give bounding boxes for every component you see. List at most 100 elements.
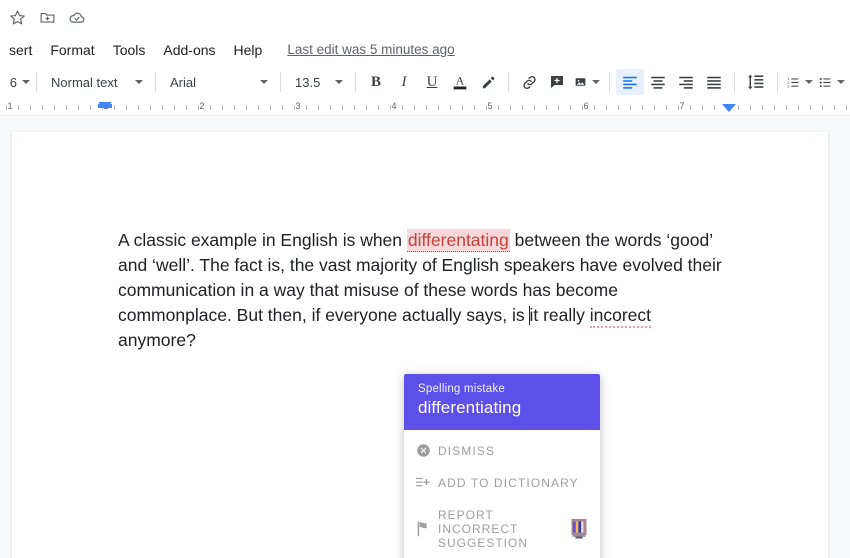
- ruler-tick: [546, 105, 547, 110]
- toolbar-divider: [734, 72, 735, 92]
- report-label-line-1: REPORT INCORRECT: [438, 508, 519, 536]
- ruler-tick: [762, 105, 763, 110]
- cancel-circle-icon: [416, 443, 438, 458]
- bold-button[interactable]: B: [362, 69, 390, 95]
- spelling-error-word-2[interactable]: incorect: [589, 305, 652, 328]
- popup-error-kind: Spelling mistake: [418, 383, 505, 395]
- chevron-down-icon: [805, 80, 813, 84]
- toolbar-divider: [777, 72, 778, 92]
- align-center-icon: [651, 76, 665, 89]
- star-icon[interactable]: [2, 3, 32, 33]
- ruler-tick: [114, 105, 115, 110]
- move-to-folder-icon[interactable]: [32, 3, 62, 33]
- chevron-down-icon: [260, 80, 268, 84]
- menu-item-tools[interactable]: Tools: [104, 38, 155, 62]
- font-family-dropdown[interactable]: Arial: [162, 69, 274, 95]
- add-comment-button[interactable]: [543, 69, 571, 95]
- ruler-tick: [402, 105, 403, 110]
- document-body[interactable]: A classic example in English is when dif…: [12, 132, 828, 353]
- align-justify-button[interactable]: [700, 69, 728, 95]
- ruler-tick: [450, 105, 451, 110]
- ruler-number: 5: [487, 101, 493, 111]
- ruler-tick: [462, 105, 463, 110]
- ruler-number: 4: [391, 101, 397, 111]
- ruler-tick: [558, 105, 559, 110]
- menu-item-addons[interactable]: Add-ons: [154, 38, 224, 62]
- ruler-tick: [330, 105, 331, 110]
- paragraph-segment-3a: it really: [529, 305, 590, 325]
- dismiss-item[interactable]: DISMISS: [404, 434, 600, 467]
- ruler-tick: [630, 105, 631, 110]
- ruler-tick: [306, 105, 307, 110]
- ruler-tick: [618, 105, 619, 110]
- underline-button[interactable]: U: [418, 69, 446, 95]
- comment-plus-icon: [551, 76, 563, 88]
- insert-link-button[interactable]: [515, 69, 543, 95]
- ruler-tick: [702, 105, 703, 110]
- ruler-tick: [150, 105, 151, 110]
- line-spacing-button[interactable]: [741, 69, 771, 95]
- popup-suggestion-word[interactable]: differentiating: [418, 398, 586, 418]
- align-right-button[interactable]: [672, 69, 700, 95]
- text-color-button[interactable]: A: [446, 69, 474, 95]
- ruler[interactable]: 11234567: [0, 100, 850, 116]
- ruler-tick: [426, 105, 427, 110]
- book-badge-icon[interactable]: [570, 518, 588, 540]
- ruler-tick: [474, 105, 475, 110]
- menu-item-insert[interactable]: sert: [0, 38, 41, 62]
- italic-button[interactable]: I: [390, 69, 418, 95]
- font-size-value: 13.5: [295, 74, 321, 90]
- insert-image-button[interactable]: [571, 69, 603, 95]
- bulleted-list-icon: [819, 77, 831, 87]
- ruler-tick: [18, 105, 19, 110]
- ruler-tick: [774, 105, 775, 110]
- ruler-tick: [834, 105, 835, 110]
- last-edit-link[interactable]: Last edit was 5 minutes ago: [287, 42, 454, 57]
- bulleted-list-button[interactable]: [816, 69, 848, 95]
- add-to-dictionary-item[interactable]: ADD TO DICTIONARY: [404, 467, 600, 499]
- ruler-number: 3: [295, 101, 301, 111]
- ruler-tick: [354, 105, 355, 110]
- cloud-check-icon[interactable]: [62, 3, 92, 33]
- ruler-tick: [798, 105, 799, 110]
- paragraph-segment-1: A classic example in English is when: [118, 230, 407, 250]
- ruler-tick: [498, 105, 499, 110]
- ruler-tick: [510, 105, 511, 110]
- toolbar-divider: [508, 72, 509, 92]
- svg-text:A: A: [456, 75, 465, 88]
- ruler-tick: [810, 105, 811, 110]
- underline-button-label: U: [426, 73, 438, 90]
- right-indent-marker[interactable]: [722, 104, 736, 112]
- align-left-button[interactable]: [616, 69, 644, 95]
- ruler-tick: [642, 105, 643, 110]
- pen-icon: [482, 76, 494, 88]
- chevron-down-icon: [335, 80, 343, 84]
- ruler-tick: [318, 105, 319, 110]
- numbered-list-button[interactable]: 1 2 3: [784, 69, 816, 95]
- italic-button-label: I: [401, 73, 407, 90]
- ruler-tick: [162, 105, 163, 110]
- report-incorrect-suggestion-item[interactable]: REPORT INCORRECT SUGGESTION: [404, 499, 600, 558]
- chevron-down-icon: [592, 80, 600, 84]
- menu-bar: sert Format Tools Add-ons Help Last edit…: [0, 35, 850, 64]
- spelling-error-word[interactable]: differentating: [406, 229, 510, 252]
- menu-item-help[interactable]: Help: [225, 38, 272, 62]
- zoom-dropdown[interactable]: 6: [0, 69, 30, 95]
- svg-text:3: 3: [788, 84, 790, 88]
- paragraph-style-dropdown[interactable]: Normal text: [43, 69, 149, 95]
- toolbar-divider: [155, 72, 156, 92]
- bold-button-label: B: [370, 73, 381, 90]
- menu-item-format[interactable]: Format: [41, 38, 103, 62]
- ruler-number: 1: [7, 101, 13, 111]
- align-justify-icon: [707, 76, 721, 89]
- left-indent-marker[interactable]: [98, 102, 112, 109]
- ruler-tick: [534, 105, 535, 110]
- paragraph-style-value: Normal text: [51, 74, 118, 90]
- spelling-suggestion-popup[interactable]: Spelling mistake differentiating DISMISS: [404, 374, 600, 558]
- ruler-tick: [366, 105, 367, 110]
- ruler-tick: [246, 105, 247, 110]
- ruler-tick: [186, 105, 187, 110]
- align-center-button[interactable]: [644, 69, 672, 95]
- font-size-dropdown[interactable]: 13.5: [287, 69, 349, 95]
- highlight-color-button[interactable]: [474, 69, 502, 95]
